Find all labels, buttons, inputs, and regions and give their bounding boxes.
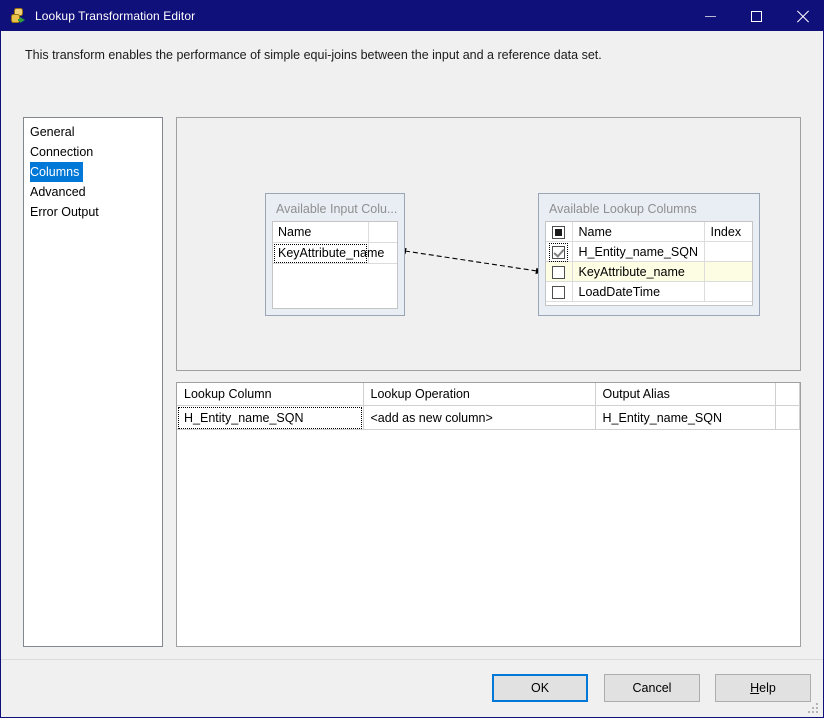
input-columns-header-name: Name	[273, 222, 369, 243]
lookup-row-checkbox[interactable]	[549, 242, 569, 262]
mapping-header-lookup-column[interactable]: Lookup Column	[177, 383, 364, 406]
available-lookup-columns-box[interactable]: Available Lookup Columns Name Index H_En…	[538, 193, 760, 316]
available-input-columns-title: Available Input Colu...	[276, 202, 398, 216]
mapping-header-lookup-operation[interactable]: Lookup Operation	[363, 383, 596, 406]
lookup-columns-header-name: Name	[572, 222, 705, 242]
sidebar-item-columns-label: Columns	[30, 162, 84, 182]
input-columns-header-row: Name	[273, 222, 397, 243]
maximize-button[interactable]	[733, 1, 779, 31]
available-input-columns-list[interactable]: Name KeyAttribute_name	[272, 221, 398, 309]
available-lookup-columns-list[interactable]: Name Index H_Entity_name_SQN KeyAttribut…	[545, 221, 753, 306]
lookup-row-checkbox-cell[interactable]	[546, 241, 573, 262]
table-row[interactable]: KeyAttribute_name	[273, 242, 397, 264]
dialog-description: This transform enables the performance o…	[25, 48, 602, 62]
mapping-grid-header-row: Lookup Column Lookup Operation Output Al…	[177, 383, 800, 406]
sidebar-item-advanced-label: Advanced	[30, 185, 86, 199]
mapping-cell-output-alias[interactable]: H_Entity_name_SQN	[595, 405, 776, 430]
help-button-accelerator: H	[750, 681, 760, 695]
lookup-row-name[interactable]: H_Entity_name_SQN	[572, 241, 705, 262]
lookup-row-checkbox-cell[interactable]	[546, 261, 573, 282]
input-columns-header-spacer	[368, 222, 397, 243]
table-row[interactable]: KeyAttribute_name	[546, 261, 752, 282]
sidebar-item-error-output-label: Error Output	[30, 205, 99, 219]
settings-page-list[interactable]: General Connection Columns Advanced Erro…	[23, 117, 163, 647]
sidebar-item-general[interactable]: General	[24, 122, 162, 142]
window-controls	[687, 1, 823, 31]
sidebar-item-columns[interactable]: Columns	[24, 162, 162, 182]
lookup-mapping-grid-panel[interactable]: Lookup Column Lookup Operation Output Al…	[176, 382, 801, 647]
lookup-row-name[interactable]: KeyAttribute_name	[572, 261, 705, 282]
title-bar[interactable]: Lookup Transformation Editor	[1, 1, 823, 31]
footer-divider	[1, 659, 823, 660]
mapping-cell-lookup-column[interactable]: H_Entity_name_SQN	[177, 405, 364, 430]
lookup-row-checkbox[interactable]	[552, 285, 566, 299]
window-title: Lookup Transformation Editor	[35, 9, 196, 23]
minimize-button[interactable]	[687, 1, 733, 31]
lookup-transformation-icon	[11, 8, 27, 24]
sidebar-item-general-label: General	[30, 125, 75, 139]
help-button[interactable]: Help	[715, 674, 811, 702]
maximize-icon	[750, 10, 762, 22]
available-lookup-columns-title: Available Lookup Columns	[549, 202, 697, 216]
lookup-row-checkbox[interactable]	[552, 265, 566, 279]
cancel-button[interactable]: Cancel	[604, 674, 700, 702]
mapping-cell-lookup-operation[interactable]: <add as new column>	[363, 405, 596, 430]
resize-grip[interactable]	[808, 703, 819, 714]
table-row[interactable]: H_Entity_name_SQN <add as new column> H_…	[177, 405, 800, 430]
sidebar-item-connection[interactable]: Connection	[24, 142, 162, 162]
help-button-label: elp	[759, 681, 776, 695]
mapping-cell-spacer	[775, 405, 800, 430]
close-icon	[796, 10, 809, 23]
lookup-row-name[interactable]: LoadDateTime	[572, 281, 705, 302]
table-row[interactable]: H_Entity_name_SQN	[546, 241, 752, 262]
mapping-header-output-alias[interactable]: Output Alias	[595, 383, 776, 406]
ok-button[interactable]: OK	[492, 674, 588, 702]
close-button[interactable]	[779, 1, 823, 31]
lookup-row-index[interactable]	[704, 241, 752, 262]
sidebar-item-advanced[interactable]: Advanced	[24, 182, 162, 202]
lookup-columns-header-row: Name Index	[546, 222, 752, 242]
available-input-columns-box[interactable]: Available Input Colu... Name KeyAttribut…	[265, 193, 405, 316]
mapping-header-spacer	[775, 383, 800, 406]
select-all-checkbox[interactable]	[552, 225, 566, 239]
lookup-row-index[interactable]	[704, 261, 752, 282]
select-all-checkbox-cell[interactable]	[546, 222, 573, 242]
lookup-transformation-editor-window: Lookup Transformation Editor This transf…	[0, 0, 824, 718]
sidebar-item-error-output[interactable]: Error Output	[24, 202, 162, 222]
lookup-columns-header-index: Index	[704, 222, 752, 242]
input-column-name-cell[interactable]: KeyAttribute_name	[273, 242, 384, 264]
minimize-icon	[704, 15, 716, 17]
table-row[interactable]: LoadDateTime	[546, 281, 752, 302]
lookup-row-index[interactable]	[704, 281, 752, 302]
sidebar-item-connection-label: Connection	[30, 145, 94, 159]
lookup-row-checkbox-cell[interactable]	[546, 281, 573, 302]
